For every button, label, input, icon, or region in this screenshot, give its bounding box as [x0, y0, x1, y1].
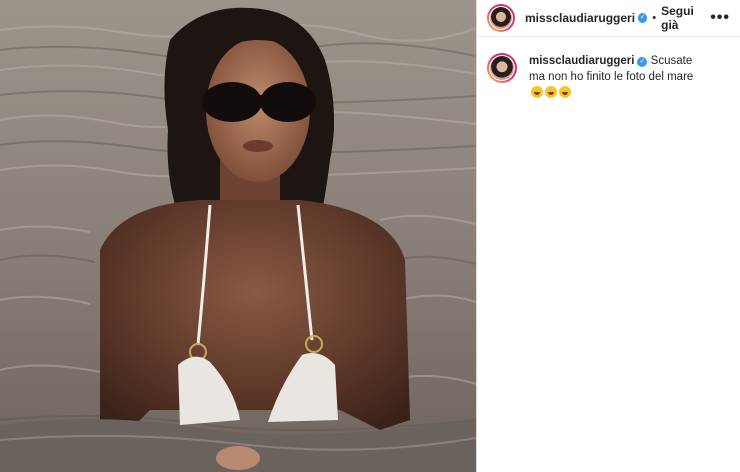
- more-options-icon[interactable]: •••: [710, 9, 730, 27]
- follow-status-button[interactable]: Segui già: [661, 4, 710, 32]
- verified-badge-icon: ✓: [637, 57, 648, 67]
- grinning-face-emoji-icon: [531, 86, 543, 98]
- post-sidebar: missclaudiaruggeri ✓ • Segui già ••• mis…: [476, 0, 740, 472]
- post-header: missclaudiaruggeri ✓ • Segui già •••: [477, 0, 740, 37]
- grinning-face-emoji-icon: [559, 86, 571, 98]
- separator-dot: •: [652, 12, 657, 24]
- beach-portrait-image: [0, 0, 476, 472]
- caption-text-block: missclaudiaruggeri ✓ Scusate ma non ho fi…: [529, 53, 709, 101]
- post-photo[interactable]: [0, 0, 476, 472]
- instagram-post: missclaudiaruggeri ✓ • Segui già ••• mis…: [0, 0, 740, 472]
- caption-avatar[interactable]: [487, 53, 517, 83]
- verified-badge-icon: ✓: [638, 13, 648, 23]
- username-link[interactable]: missclaudiaruggeri: [525, 11, 635, 25]
- caption: missclaudiaruggeri ✓ Scusate ma non ho fi…: [477, 37, 740, 101]
- caption-username-link[interactable]: missclaudiaruggeri: [529, 55, 634, 67]
- profile-picture: [490, 56, 514, 80]
- profile-picture: [490, 7, 512, 29]
- grinning-face-emoji-icon: [545, 86, 557, 98]
- avatar[interactable]: [487, 4, 515, 32]
